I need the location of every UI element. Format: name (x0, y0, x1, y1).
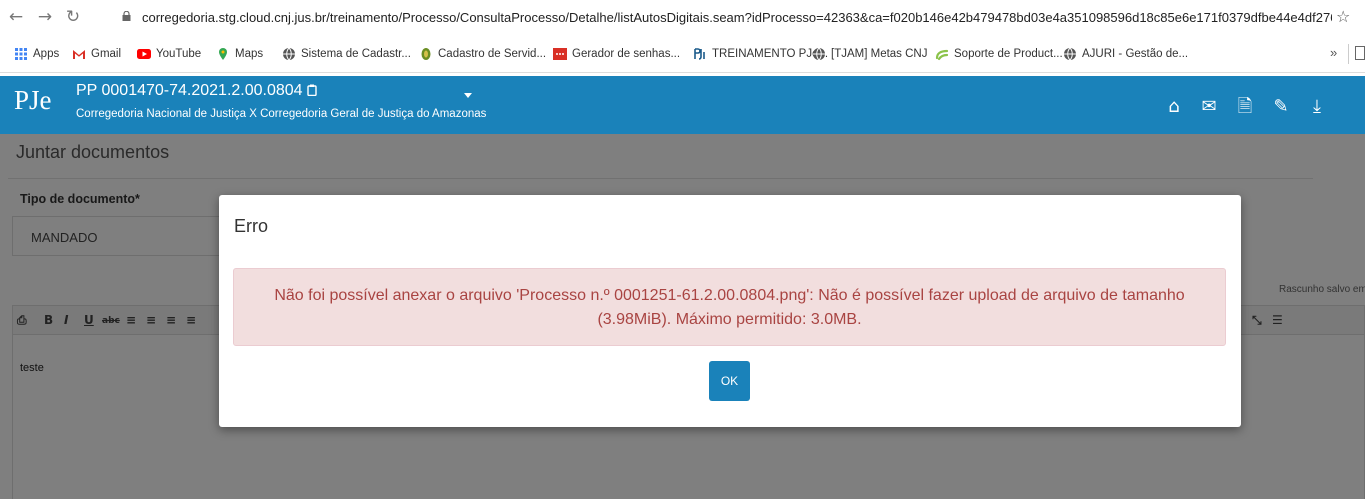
bookmark-label: [TJAM] Metas CNJ (831, 48, 928, 60)
process-number-text: PP 0001470-74.2021.2.00.0804 (76, 82, 303, 99)
pje-logo[interactable]: PJe (14, 83, 58, 117)
error-message: Não foi possível anexar o arquivo 'Proce… (274, 287, 1185, 328)
bookmark-label: Gerador de senhas... (572, 48, 681, 60)
process-number: PP 0001470-74.2021.2.00.0804 (76, 82, 317, 100)
back-arrow-icon[interactable]: ← (6, 7, 26, 27)
bookmark-label: Gmail (91, 48, 122, 60)
password-icon (553, 48, 567, 60)
bookmark-apps[interactable]: Apps (14, 45, 59, 63)
home-icon[interactable]: ⌂ (1163, 96, 1185, 118)
gmail-icon (73, 50, 85, 59)
forward-arrow-icon[interactable]: → (35, 7, 55, 27)
reload-icon[interactable]: ↻ (63, 7, 83, 27)
bookmark-soporte-product[interactable]: Soporte de Product... (935, 45, 1063, 63)
ok-button[interactable]: OK (709, 361, 750, 401)
bookmark-gmail[interactable]: Gmail (72, 45, 121, 63)
bookmark-label: Sistema de Cadastr... (301, 48, 411, 60)
bookmark-label: AJURI - Gestão de... (1082, 48, 1189, 60)
process-menu-caret-icon[interactable] (464, 93, 472, 98)
bookmarks-divider (1348, 44, 1349, 64)
youtube-icon (137, 49, 151, 59)
product-icon (935, 49, 949, 61)
bookmark-label: TREINAMENTO PJe... (712, 48, 829, 60)
globe-icon (813, 47, 825, 61)
bookmark-treinamento-pje[interactable]: TREINAMENTO PJe... (693, 45, 828, 63)
bookmark-cadastro-servidor[interactable]: Cadastro de Servid... (419, 45, 546, 63)
document-add-icon[interactable]: 🗎 (1234, 96, 1256, 118)
bookmark-gerador-senhas[interactable]: Gerador de senhas... (553, 45, 680, 63)
envelope-icon[interactable]: ✉ (1198, 96, 1220, 118)
bookmark-sistema-cadastro[interactable]: Sistema de Cadastr... (282, 45, 411, 63)
edit-icon[interactable]: ✎ (1270, 96, 1292, 118)
bookmark-ajuri[interactable]: AJURI - Gestão de... (1063, 45, 1188, 63)
apps-grid-icon (15, 48, 27, 60)
clipboard-icon[interactable] (307, 84, 317, 97)
globe-icon (283, 47, 295, 61)
bookmark-label: YouTube (156, 48, 202, 60)
bookmark-label: Apps (33, 48, 60, 60)
maps-icon (219, 48, 227, 60)
bookmark-label: Maps (235, 48, 264, 60)
process-parties: Corregedoria Nacional de Justiça X Corre… (76, 108, 487, 120)
seal-icon (421, 48, 431, 60)
more-bookmarks-chevron-icon[interactable]: » (1330, 45, 1337, 60)
url-text[interactable]: corregedoria.stg.cloud.cnj.jus.br/treina… (142, 10, 1332, 25)
modal-title: Erro (234, 216, 269, 236)
reading-list-icon[interactable] (1355, 46, 1365, 60)
globe-icon (1064, 47, 1076, 61)
download-icon[interactable]: ⤓ (1306, 96, 1328, 118)
bookmark-maps[interactable]: Maps (216, 45, 263, 63)
bookmark-label: Cadastro de Servid... (438, 48, 547, 60)
bookmark-star-icon[interactable]: ☆ (1336, 7, 1350, 26)
bookmark-youtube[interactable]: YouTube (137, 45, 201, 63)
pje-icon (694, 48, 705, 60)
lock-icon (122, 11, 131, 21)
bookmark-label: Soporte de Product... (954, 48, 1063, 60)
bookmark-metas-cnj[interactable]: [TJAM] Metas CNJ (812, 45, 927, 63)
